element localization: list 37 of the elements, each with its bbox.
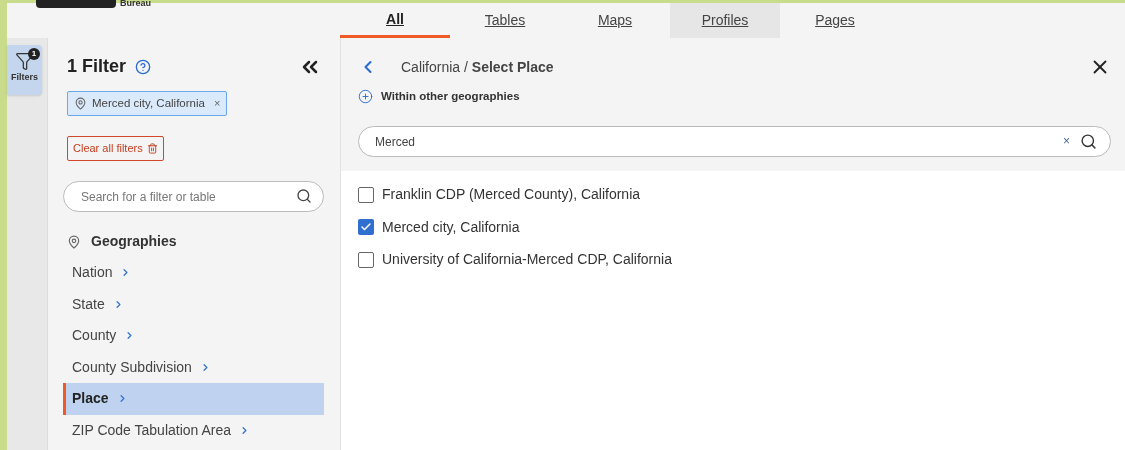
- logo-text: Bureau: [120, 0, 151, 6]
- search-icon[interactable]: [296, 188, 312, 204]
- search-icon[interactable]: [1080, 133, 1097, 151]
- geography-item[interactable]: Nation: [63, 257, 324, 289]
- geography-item[interactable]: State: [63, 288, 324, 320]
- checkbox[interactable]: [358, 186, 374, 203]
- nav-tab[interactable]: Maps: [560, 3, 670, 38]
- pin-icon: [67, 234, 81, 249]
- remove-button[interactable]: ×: [213, 95, 221, 112]
- nav-tab[interactable]: Tables: [450, 3, 560, 38]
- trash-icon: [146, 143, 158, 154]
- within-link[interactable]: Within other geographies: [358, 88, 520, 106]
- help-icon[interactable]: [135, 58, 152, 75]
- count-badge: 1: [28, 48, 40, 60]
- geography-item[interactable]: County Subdivision: [63, 351, 324, 383]
- result-label: University of California-Merced CDP, California: [382, 250, 672, 269]
- chip-label: Merced city, California: [92, 95, 205, 111]
- geography-item[interactable]: County: [63, 320, 324, 352]
- pin-icon: [74, 97, 87, 110]
- geography-item[interactable]: Place: [63, 383, 324, 415]
- nav-tab[interactable]: Pages: [780, 3, 890, 38]
- result-label: Franklin CDP (Merced County), California: [382, 185, 641, 204]
- sidebar-title: 1 Filter: [67, 55, 127, 78]
- breadcrumb: California / Select Place: [401, 57, 554, 77]
- checkbox[interactable]: [358, 219, 374, 235]
- clear-button[interactable]: ×: [1063, 133, 1070, 150]
- filter-search-field[interactable]: Search for a filter or table: [63, 181, 324, 212]
- clear-filters-button[interactable]: Clear all filters: [67, 136, 164, 161]
- plus-icon: [358, 89, 373, 105]
- filters-button[interactable]: Filters 1: [7, 45, 42, 95]
- nav-tab[interactable]: Profiles: [670, 3, 780, 38]
- geography-item[interactable]: ZIP Code Tabulation Area: [63, 414, 324, 446]
- section-heading: Geographies: [91, 232, 177, 251]
- filter-chip[interactable]: Merced city, California ×: [67, 91, 228, 116]
- check-icon: [360, 221, 372, 233]
- checkbox[interactable]: [358, 251, 374, 268]
- result-label: Merced city, California: [382, 217, 520, 237]
